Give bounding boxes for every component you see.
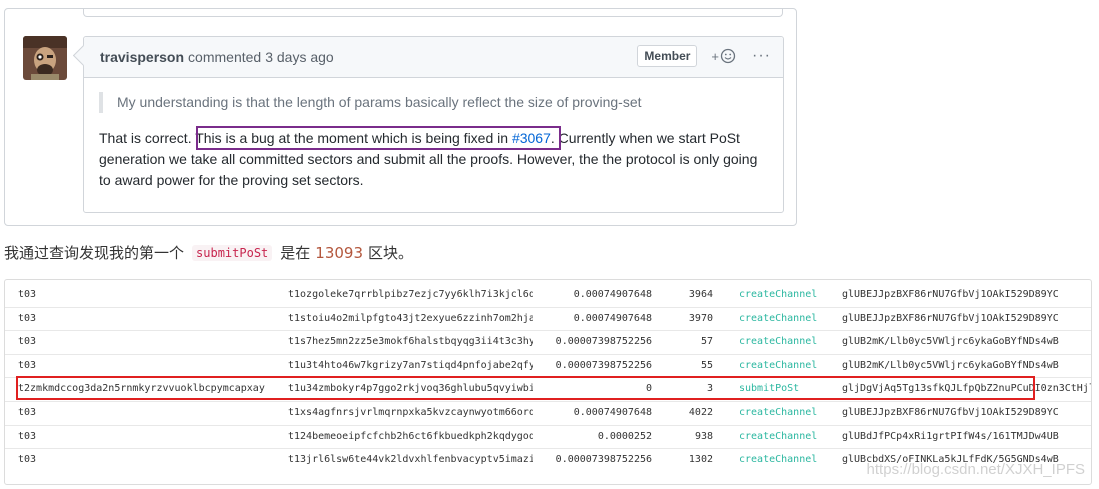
cell-to: t1xs4agfnrsjvrlmqrnpxka5kvzcaynwyotm66or… — [288, 407, 533, 418]
cell-sig: glUBEJJpzBXF86rNU7GfbVj1OAkI529D89YC — [842, 407, 1059, 418]
plus-icon: + — [711, 48, 720, 64]
cell-to: t1stoiu4o2milpfgto43jt2exyue6zzinh7om2hj… — [288, 312, 533, 324]
member-badge: Member — [637, 45, 698, 67]
comment-author[interactable]: travisperson — [100, 49, 184, 65]
cell-to: t1ozgoleke7qrrblpibz7ezjc7yy6klh7i3kjcl6… — [288, 289, 533, 300]
cell-sig: gljDgVjAq5Tg13sfkQJLfpQbZ2nuPCuDI0zn3CtH… — [842, 383, 1092, 395]
cell-nonce: 1302 — [688, 454, 713, 466]
cell-value: 0 — [645, 383, 652, 395]
cell-value: 0.00074907648 — [573, 312, 652, 324]
cell-sig: glUB2mK/Llb0yc5VWljrc6ykaGoBYfNDs4wB — [842, 359, 1059, 371]
transactions-table-screenshot: t03 t1ozgoleke7qrrblpibz7ezjc7yy6klh7i3kj… — [4, 279, 1092, 485]
cell-nonce: 3964 — [688, 289, 713, 300]
cell-value: 0.00074907648 — [573, 407, 652, 418]
cell-sig: glUBEJJpzBXF86rNU7GfbVj1OAkI529D89YC — [842, 312, 1059, 324]
block-number: 13093 — [315, 243, 363, 262]
blockquote: My understanding is that the length of p… — [99, 92, 768, 113]
cell-nonce: 3 — [706, 383, 713, 395]
more-options-button[interactable]: ··· — [752, 48, 771, 64]
comment-time[interactable]: 3 days ago — [265, 49, 334, 65]
issue-link[interactable]: #3067 — [512, 130, 551, 146]
comment-paragraph: That is correct. This is a bug at the mo… — [99, 126, 768, 191]
comment-action: commented — [188, 49, 262, 65]
cell-method[interactable]: createChannel — [739, 451, 839, 469]
cell-from: t03 — [18, 454, 37, 466]
cell-from: t03 — [18, 407, 37, 418]
table-row: t03 t1stoiu4o2milpfgto43jt2exyue6zzinh7om… — [5, 306, 1091, 328]
cell-value: 0.00007398752256 — [555, 454, 652, 466]
cell-method[interactable]: createChannel — [739, 286, 839, 304]
comment-body: My understanding is that the length of p… — [84, 78, 783, 191]
watermark: https://blog.csdn.net/XJXH_IPFS — [866, 461, 1085, 478]
cell-from: t03 — [18, 289, 37, 300]
comment-header-actions: Member + ··· — [637, 45, 771, 67]
avatar-image — [23, 36, 67, 80]
cell-value: 0.00074907648 — [573, 289, 652, 300]
avatar[interactable] — [23, 36, 67, 80]
comment-box: travisperson commented 3 days ago Member… — [83, 36, 784, 213]
body-prefix: That is correct. — [99, 130, 196, 146]
cell-value: 0.00007398752256 — [555, 336, 652, 348]
cell-to: t1u3t4hto46w7kgrizy7an7stiqd4pnfojabe2qf… — [288, 359, 533, 371]
table-row: t03 t124bemeoeipfcfchb2h6ct6fkbuedkph2kqd… — [5, 424, 1091, 446]
cell-nonce: 4022 — [688, 407, 713, 418]
cell-method[interactable]: createChannel — [739, 310, 839, 328]
cell-from: t2zmkmdccog3da2n5rnmkyrzvvuoklbcpymcapxa… — [18, 383, 265, 395]
github-comment-screenshot: travisperson commented 3 days ago Member… — [4, 8, 797, 226]
cell-to: t1s7hez5mn2zz5e3mokf6halstbqyqg3ii4t3c3h… — [288, 336, 533, 348]
cell-method[interactable]: createChannel — [739, 404, 839, 422]
cell-to: t13jrl6lsw6te44vk2ldvxhlfenbvacyptv5imaz… — [288, 454, 533, 466]
body-highlight-text: This is a bug at the moment which is bei… — [195, 130, 512, 146]
cell-from: t03 — [18, 359, 37, 371]
cell-from: t03 — [18, 430, 37, 442]
cell-from: t03 — [18, 336, 37, 348]
table-row: t03 t1s7hez5mn2zz5e3mokf6halstbqyqg3ii4t3… — [5, 330, 1091, 351]
blog-text-before: 我通过查询发现我的第一个 — [4, 244, 185, 262]
previous-comment-edge — [83, 9, 783, 17]
cell-value: 0.0000252 — [597, 430, 652, 442]
cell-nonce: 938 — [694, 430, 713, 442]
add-reaction-button[interactable]: + — [711, 48, 736, 64]
cell-from: t03 — [18, 312, 37, 324]
cell-method[interactable]: createChannel — [739, 428, 839, 446]
cell-nonce: 57 — [700, 336, 713, 348]
cell-to: t124bemeoeipfcfchb2h6ct6fkbuedkph2kqdygo… — [288, 430, 533, 442]
cell-method[interactable]: createChannel — [739, 357, 839, 375]
smiley-icon — [720, 48, 736, 64]
cell-to: t1u34zmbokyr4p7ggo2rkjvoq36ghlubu5qvyiwb… — [288, 383, 533, 395]
cell-method[interactable]: submitPoSt — [739, 380, 839, 398]
cell-nonce: 3970 — [688, 312, 713, 324]
table-row: t03 t1u3t4hto46w7kgrizy7an7stiqd4pnfojabe… — [5, 353, 1091, 375]
cell-nonce: 55 — [700, 359, 713, 371]
cell-sig: glUBdJfPCp4xRi1grtPIfW4s/161TMJDw4UB — [842, 430, 1059, 442]
cell-method[interactable]: createChannel — [739, 333, 839, 351]
blog-text-middle: 是在 — [280, 244, 311, 262]
cell-sig: glUB2mK/Llb0yc5VWljrc6ykaGoBYfNDs4wB — [842, 336, 1059, 348]
cell-sig: glUBEJJpzBXF86rNU7GfbVj1OAkI529D89YC — [842, 289, 1059, 300]
table-row: t03 t1xs4agfnrsjvrlmqrnpxka5kvzcaynwyotm6… — [5, 401, 1091, 422]
blog-text-after: 区块。 — [368, 244, 414, 262]
table-row: t03 t1ozgoleke7qrrblpibz7ezjc7yy6klh7i3kj… — [5, 286, 1091, 304]
comment-header: travisperson commented 3 days ago Member… — [84, 37, 783, 78]
cell-value: 0.00007398752256 — [555, 359, 652, 371]
table-row: t2zmkmdccog3da2n5rnmkyrzvvuoklbcpymcapxa… — [5, 377, 1092, 398]
blog-paragraph: 我通过查询发现我的第一个 submitPoSt 是在 13093 区块。 — [4, 242, 413, 263]
inline-code: submitPoSt — [192, 244, 273, 261]
